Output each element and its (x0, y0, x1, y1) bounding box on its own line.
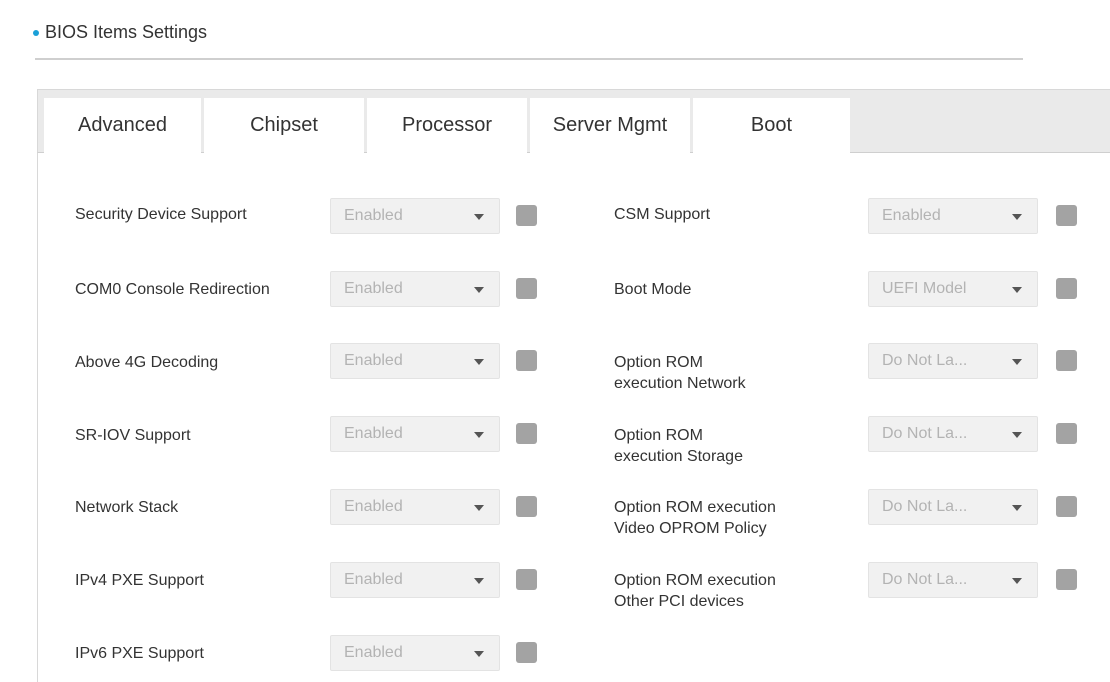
setting-label-line1: Option ROM execution (614, 572, 776, 589)
network-stack-select[interactable]: Enabled (330, 489, 500, 525)
csm-support-checkbox[interactable] (1056, 205, 1077, 226)
setting-label: Option ROM execution Other PCI devices (614, 570, 776, 612)
above-4g-decoding-checkbox[interactable] (516, 350, 537, 371)
caret-down-icon (1012, 214, 1022, 220)
select-value: Enabled (344, 280, 403, 297)
caret-down-icon (1012, 578, 1022, 584)
caret-down-icon (474, 359, 484, 365)
tab-advanced[interactable]: Advanced (44, 98, 201, 153)
caret-down-icon (474, 432, 484, 438)
select-value: Do Not La... (882, 425, 968, 442)
setting-label: SR-IOV Support (75, 427, 191, 444)
setting-label: IPv4 PXE Support (75, 572, 204, 589)
setting-label: COM0 Console Redirection (75, 281, 270, 298)
com0-console-redirection-select[interactable]: Enabled (330, 271, 500, 307)
option-rom-video-oprom-policy-checkbox[interactable] (1056, 496, 1077, 517)
setting-label: Option ROM execution Video OPROM Policy (614, 497, 776, 539)
setting-label-line1: CSM Support (614, 206, 711, 223)
section-title-text: BIOS Items Settings (45, 22, 208, 42)
select-value: Enabled (344, 352, 403, 369)
caret-down-icon (474, 214, 484, 220)
bios-settings-page: BIOS Items Settings Advanced Chipset Pro… (0, 0, 1110, 682)
caret-down-icon (474, 578, 484, 584)
setting-label-line2: execution Network (614, 375, 746, 392)
setting-label-line1: Option ROM (614, 427, 703, 444)
select-value: Enabled (344, 207, 403, 224)
select-value: Do Not La... (882, 498, 968, 515)
caret-down-icon (1012, 287, 1022, 293)
bullet-icon (33, 30, 39, 36)
caret-down-icon (1012, 432, 1022, 438)
caret-down-icon (474, 505, 484, 511)
tab-chipset[interactable]: Chipset (204, 98, 364, 153)
above-4g-decoding-select[interactable]: Enabled (330, 343, 500, 379)
ipv6-pxe-support-checkbox[interactable] (516, 642, 537, 663)
setting-label: Option ROM execution Network (614, 352, 746, 394)
boot-mode-select[interactable]: UEFI Model (868, 271, 1038, 307)
sr-iov-support-checkbox[interactable] (516, 423, 537, 444)
select-value: Enabled (344, 571, 403, 588)
option-rom-other-pci-devices-select[interactable]: Do Not La... (868, 562, 1038, 598)
security-device-support-checkbox[interactable] (516, 205, 537, 226)
setting-label-line1: Option ROM execution (614, 499, 776, 516)
ipv4-pxe-support-checkbox[interactable] (516, 569, 537, 590)
setting-label: Above 4G Decoding (75, 354, 219, 371)
setting-label-line2: execution Storage (614, 448, 743, 465)
setting-label: CSM Support (614, 204, 710, 225)
setting-label: Option ROM execution Storage (614, 425, 743, 467)
section-divider (35, 58, 1023, 60)
network-stack-checkbox[interactable] (516, 496, 537, 517)
caret-down-icon (1012, 359, 1022, 365)
select-value: Do Not La... (882, 571, 968, 588)
security-device-support-select[interactable]: Enabled (330, 198, 500, 234)
option-rom-execution-network-select[interactable]: Do Not La... (868, 343, 1038, 379)
setting-label: Security Device Support (75, 206, 247, 223)
select-value: Enabled (344, 644, 403, 661)
caret-down-icon (474, 287, 484, 293)
setting-label: Network Stack (75, 499, 179, 516)
sr-iov-support-select[interactable]: Enabled (330, 416, 500, 452)
setting-label-line1: Option ROM (614, 354, 703, 371)
tab-bar: Advanced Chipset Processor Server Mgmt B… (37, 89, 1110, 153)
option-rom-video-oprom-policy-select[interactable]: Do Not La... (868, 489, 1038, 525)
setting-label: IPv6 PXE Support (75, 645, 204, 662)
caret-down-icon (474, 651, 484, 657)
boot-mode-checkbox[interactable] (1056, 278, 1077, 299)
tab-boot[interactable]: Boot (693, 98, 850, 153)
option-rom-execution-storage-checkbox[interactable] (1056, 423, 1077, 444)
tab-processor[interactable]: Processor (367, 98, 527, 153)
option-rom-other-pci-devices-checkbox[interactable] (1056, 569, 1077, 590)
section-title: BIOS Items Settings (33, 22, 207, 43)
ipv4-pxe-support-select[interactable]: Enabled (330, 562, 500, 598)
setting-label-line1: Boot Mode (614, 281, 692, 298)
setting-label-line2: Other PCI devices (614, 593, 744, 610)
setting-label-line2: Video OPROM Policy (614, 520, 767, 537)
settings-panel: Security Device Support Enabled COM0 Con… (37, 153, 1110, 682)
csm-support-select[interactable]: Enabled (868, 198, 1038, 234)
setting-label: Boot Mode (614, 279, 691, 300)
option-rom-execution-storage-select[interactable]: Do Not La... (868, 416, 1038, 452)
ipv6-pxe-support-select[interactable]: Enabled (330, 635, 500, 671)
com0-console-redirection-checkbox[interactable] (516, 278, 537, 299)
select-value: Do Not La... (882, 352, 968, 369)
option-rom-execution-network-checkbox[interactable] (1056, 350, 1077, 371)
select-value: UEFI Model (882, 280, 967, 297)
select-value: Enabled (882, 207, 941, 224)
select-value: Enabled (344, 425, 403, 442)
tab-server-mgmt[interactable]: Server Mgmt (530, 98, 690, 153)
caret-down-icon (1012, 505, 1022, 511)
select-value: Enabled (344, 498, 403, 515)
